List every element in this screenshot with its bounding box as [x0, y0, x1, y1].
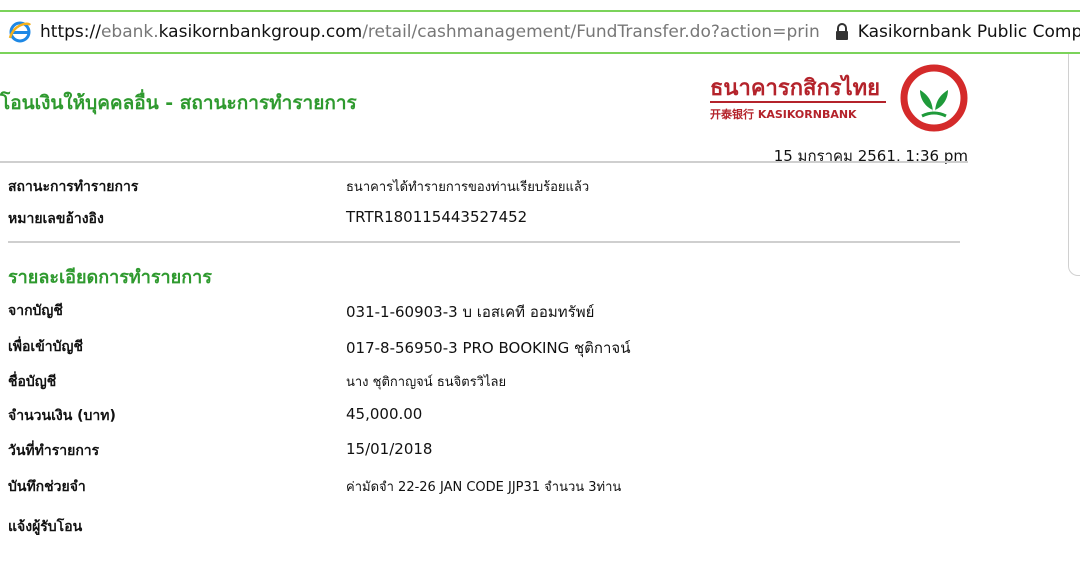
detail-value: 15/01/2018 — [346, 440, 433, 458]
url-text[interactable]: https://ebank.kasikornbankgroup.com/reta… — [40, 22, 820, 42]
detail-label: วันที่ทำรายการ — [8, 443, 100, 459]
detail-row-date: วันที่ทำรายการ 15/01/2018 — [8, 440, 968, 464]
logo-underline — [710, 101, 886, 103]
detail-label: ชื่อบัญชี — [8, 374, 57, 390]
reference-label: หมายเลขอ้างอิง — [8, 211, 104, 227]
page-title: โอนเงินให้บุคคลอื่น - สถานะการทำรายการ — [0, 92, 357, 114]
status-label: สถานะการทำรายการ — [8, 179, 139, 195]
site-identity[interactable]: Kasikornbank Public Company Li — [858, 22, 1080, 42]
detail-value: 45,000.00 — [346, 405, 423, 423]
detail-label: บันทึกช่วยจำ — [8, 479, 86, 495]
detail-label: จำนวนเงิน (บาท) — [8, 408, 116, 424]
detail-row-notify: แจ้งผู้รับโอน — [8, 516, 968, 540]
lock-icon[interactable] — [834, 23, 850, 41]
scrollbar-frame[interactable] — [1068, 54, 1080, 276]
detail-row-memo: บันทึกช่วยจำ ค่ามัดจำ 22-26 JAN CODE JJP… — [8, 476, 968, 500]
detail-value: ค่ามัดจำ 22-26 JAN CODE JJP31 จำนวน 3ท่า… — [346, 480, 622, 495]
logo-sub-text: 开泰银行 KASIKORNBANK — [710, 108, 857, 121]
header-divider — [0, 161, 968, 163]
address-bar[interactable]: https://ebank.kasikornbankgroup.com/reta… — [0, 10, 1080, 54]
ie-icon — [8, 21, 32, 43]
detail-row-account-name: ชื่อบัญชี นาง ชุติกาญจน์ ธนจิตรวิไลย — [8, 371, 968, 395]
status-value: ธนาคารได้ทำรายการของท่านเรียบร้อยแล้ว — [346, 180, 590, 195]
detail-label: จากบัญชี — [8, 303, 63, 319]
detail-row-to-account: เพื่อเข้าบัญชี 017-8-56950-3 PRO BOOKING… — [8, 336, 968, 360]
detail-value: นาง ชุติกาญจน์ ธนจิตรวิไลย — [346, 375, 507, 390]
detail-label: เพื่อเข้าบัญชี — [8, 339, 83, 355]
reference-value: TRTR180115443527452 — [346, 208, 528, 226]
detail-value: 031-1-60903-3 บ เอสเคที ออมทรัพย์ — [346, 303, 595, 321]
detail-value: 017-8-56950-3 PRO BOOKING ชุติกาจน์ — [346, 339, 631, 357]
kasikorn-logo-icon — [900, 64, 968, 132]
section-divider — [8, 241, 960, 243]
details-heading: รายละเอียดการทำรายการ — [8, 267, 212, 288]
detail-label: แจ้งผู้รับโอน — [8, 519, 83, 535]
bank-logo: ธนาคารกสิกรไทย 开泰银行 KASIKORNBANK — [710, 70, 900, 130]
status-row: สถานะการทำรายการ ธนาคารได้ทำรายการของท่า… — [8, 176, 968, 200]
detail-row-amount: จำนวนเงิน (บาท) 45,000.00 — [8, 405, 968, 429]
logo-thai-text: ธนาคารกสิกรไทย — [710, 76, 881, 101]
transaction-timestamp: 15 มกราคม 2561, 1:36 pm — [773, 147, 968, 165]
detail-row-from-account: จากบัญชี 031-1-60903-3 บ เอสเคที ออมทรัพ… — [8, 300, 968, 324]
reference-row: หมายเลขอ้างอิง TRTR180115443527452 — [8, 208, 968, 232]
